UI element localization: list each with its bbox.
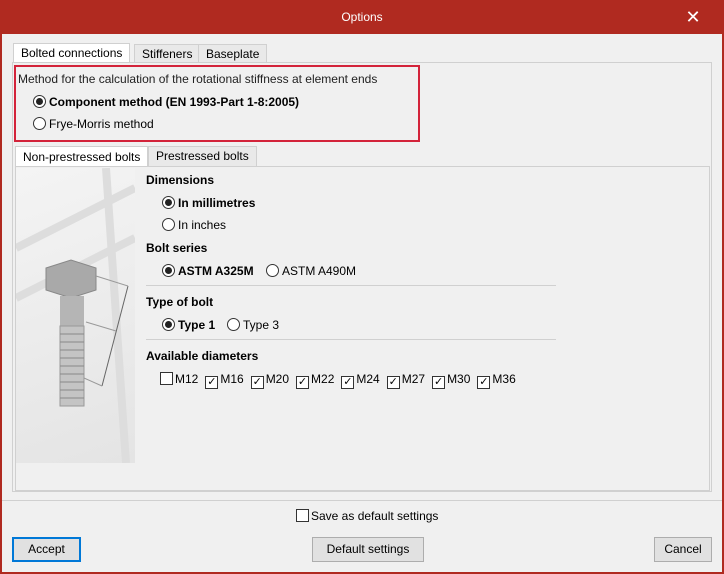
- close-icon[interactable]: ✕: [676, 0, 710, 34]
- diameter-checkbox-m36[interactable]: ✓ M36: [477, 372, 516, 389]
- diameter-checkbox-m16[interactable]: ✓ M16: [205, 372, 244, 389]
- checkmark-icon: ✓: [205, 376, 219, 389]
- radio-component-method[interactable]: Component method (EN 1993-Part 1-8:2005): [33, 95, 299, 109]
- checkbox-label: Save as default settings: [311, 509, 439, 523]
- diameter-label: M36: [492, 372, 516, 386]
- radio-selected-icon: [33, 95, 46, 108]
- diameter-label: M20: [265, 372, 290, 386]
- checkmark-icon: ✓: [386, 376, 400, 389]
- radio-a325m[interactable]: ASTM A325M: [162, 264, 254, 278]
- tab-stiffeners[interactable]: Stiffeners: [134, 44, 201, 63]
- radio-icon: [33, 117, 46, 130]
- checkbox-icon: [160, 372, 173, 385]
- option-label: Component method (EN 1993-Part 1-8:2005): [49, 95, 300, 109]
- tab-non-prestressed[interactable]: Non-prestressed bolts: [15, 146, 149, 167]
- divider: [146, 339, 556, 340]
- checkmark-icon: ✓: [341, 376, 355, 389]
- diameter-label: M27: [401, 372, 426, 386]
- checkmark-icon: ✓: [250, 376, 264, 389]
- diameter-label: M12: [175, 372, 199, 386]
- radio-icon: [266, 264, 279, 277]
- diameter-label: M22: [311, 372, 335, 386]
- diameter-checkbox-m27[interactable]: ✓ M27: [386, 372, 426, 389]
- diameter-checkbox-m24[interactable]: ✓ M24: [341, 372, 380, 389]
- checkmark-icon: ✓: [296, 376, 310, 389]
- radio-inches[interactable]: In inches: [162, 218, 226, 232]
- diameter-checkbox-m20[interactable]: ✓ M20: [250, 372, 290, 389]
- save-default-checkbox[interactable]: Save as default settings: [296, 509, 438, 523]
- accept-button[interactable]: Accept: [12, 537, 81, 562]
- checkmark-icon: ✓: [477, 376, 491, 389]
- tab-baseplate[interactable]: Baseplate: [198, 44, 268, 63]
- cancel-button[interactable]: Cancel: [654, 537, 712, 562]
- checkmark-icon: ✓: [432, 376, 446, 389]
- option-label: ASTM A490M: [282, 264, 357, 278]
- dimensions-label: Dimensions: [146, 173, 215, 187]
- option-label: In inches: [178, 218, 227, 232]
- tab-bolted-connections[interactable]: Bolted connections: [13, 43, 131, 63]
- option-label: Type 1: [178, 318, 216, 332]
- default-settings-button[interactable]: Default settings: [312, 537, 424, 562]
- radio-icon: [162, 218, 175, 231]
- bolt-illustration: [14, 167, 137, 464]
- diameter-checkbox-m12[interactable]: M12: [160, 372, 198, 389]
- bolt-series-label: Bolt series: [146, 241, 208, 255]
- method-label: Method for the calculation of the rotati…: [18, 72, 378, 86]
- radio-icon: [227, 318, 240, 331]
- radio-millimetres[interactable]: In millimetres: [162, 196, 255, 210]
- diameters-label: Available diameters: [146, 349, 259, 363]
- option-label: Frye-Morris method: [49, 117, 154, 131]
- diameter-checkbox-m22[interactable]: ✓ M22: [296, 372, 334, 389]
- diameters-list: M12 ✓ M16 ✓ M20 ✓ M22 ✓ M24 ✓ M27 ✓ M30 ✓ M36: [160, 372, 523, 389]
- bolt-type-label: Type of bolt: [146, 295, 214, 309]
- radio-type-1[interactable]: Type 1: [162, 318, 215, 332]
- option-label: In millimetres: [178, 196, 256, 210]
- radio-frye-morris[interactable]: Frye-Morris method: [33, 117, 154, 131]
- radio-selected-icon: [162, 318, 175, 331]
- diameter-label: M24: [356, 372, 380, 386]
- diameter-label: M16: [220, 372, 244, 386]
- diameter-label: M30: [447, 372, 471, 386]
- diameter-checkbox-m30[interactable]: ✓ M30: [432, 372, 470, 389]
- option-label: Type 3: [243, 318, 280, 332]
- radio-selected-icon: [162, 264, 175, 277]
- footer-divider: [2, 500, 722, 501]
- radio-a490m[interactable]: ASTM A490M: [266, 264, 356, 278]
- radio-selected-icon: [162, 196, 175, 209]
- radio-type-3[interactable]: Type 3: [227, 318, 279, 332]
- divider: [146, 285, 556, 286]
- checkbox-icon: [296, 509, 309, 522]
- title-bar: Options: [341, 10, 383, 24]
- option-label: ASTM A325M: [178, 264, 254, 278]
- tab-prestressed[interactable]: Prestressed bolts: [148, 146, 257, 166]
